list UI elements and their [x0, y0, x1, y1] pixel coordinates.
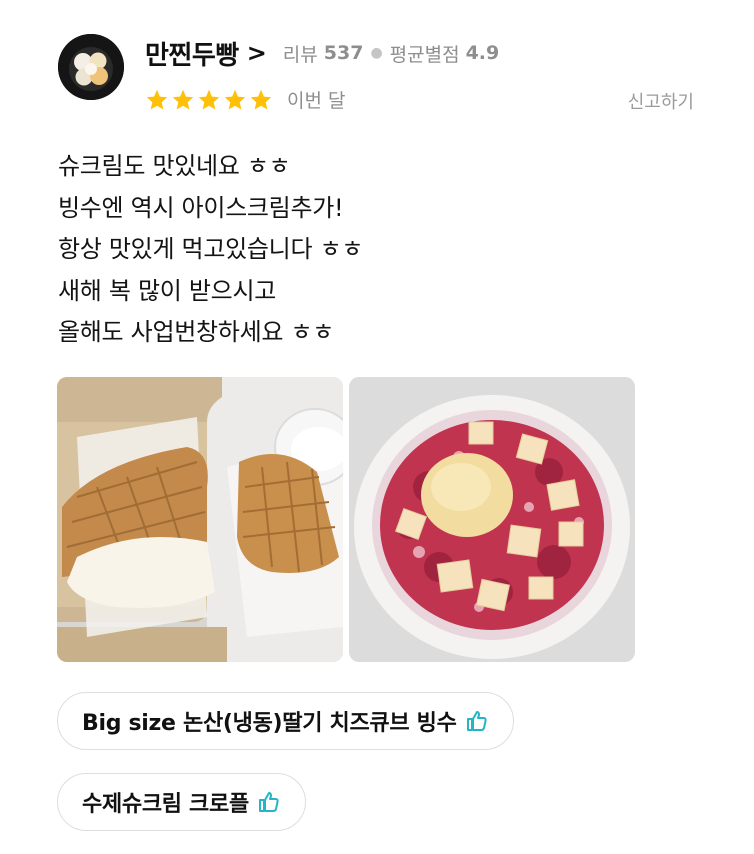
star-filled-icon — [172, 89, 194, 109]
report-button[interactable]: 신고하기 — [628, 88, 694, 114]
separator-dot: ● — [370, 45, 383, 61]
review-text-line: 항상 맛있게 먹고있습니다 ㅎㅎ — [58, 235, 364, 263]
rating-row: 이번 달 — [145, 86, 345, 113]
shop-avatar[interactable] — [58, 34, 124, 100]
bingsu-photo-image — [349, 377, 635, 662]
thumbs-up-icon — [466, 711, 487, 731]
review-photo-waffle[interactable] — [57, 377, 343, 662]
review-header: 만찐두빵 > 리뷰 537 ● 평균별점 4.9 — [145, 33, 499, 73]
chevron-right-icon[interactable]: > — [247, 39, 267, 67]
star-filled-icon — [198, 89, 220, 109]
thumbs-up-icon — [258, 792, 279, 812]
review-count-value: 537 — [323, 42, 364, 64]
star-filled-icon — [224, 89, 246, 109]
shop-meta: 리뷰 537 ● 평균별점 4.9 — [283, 40, 499, 67]
star-filled-icon — [250, 89, 272, 109]
star-filled-icon — [146, 89, 168, 109]
review-date: 이번 달 — [287, 90, 346, 112]
menu-tag-label: 수제슈크림 크로플 — [82, 792, 249, 817]
review-text-line: 슈크림도 맛있네요 ㅎㅎ — [58, 152, 291, 180]
shop-name-link[interactable]: 만찐두빵 — [145, 35, 239, 72]
review-body: 슈크림도 맛있네요 ㅎㅎ 빙수엔 역시 아이스크림추가! 항상 맛있게 먹고있습… — [58, 146, 363, 354]
avatar-image — [58, 34, 124, 100]
star-rating — [145, 88, 275, 112]
menu-tag-label: Big size 논산(냉동)딸기 치즈큐브 빙수 — [82, 711, 457, 736]
review-text-line: 올해도 사업번창하세요 ㅎㅎ — [58, 318, 335, 346]
review-count-label: 리뷰 — [282, 43, 318, 66]
avg-rating-value: 4.9 — [465, 42, 500, 64]
menu-tag-chip[interactable]: 수제슈크림 크로플 — [57, 773, 306, 831]
avg-rating-label: 평균별점 — [389, 43, 460, 66]
menu-tag-chip[interactable]: Big size 논산(냉동)딸기 치즈큐브 빙수 — [57, 692, 514, 750]
review-text-line: 새해 복 많이 받으시고 — [58, 276, 277, 305]
review-text-line: 빙수엔 역시 아이스크림추가! — [58, 193, 344, 222]
waffle-photo-image — [57, 377, 343, 662]
review-photo-bingsu[interactable] — [349, 377, 635, 662]
